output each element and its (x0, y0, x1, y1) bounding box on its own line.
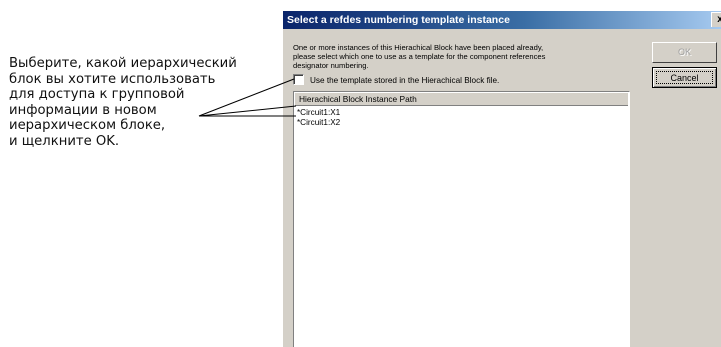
instance-list-body: *Circuit1:X1 *Circuit1:X2 (297, 108, 340, 127)
callout-annotation: Выберите, какой иерархический блок вы хо… (9, 56, 279, 150)
cancel-button-label: Cancel (656, 71, 713, 84)
use-template-checkbox[interactable] (293, 74, 304, 86)
screenshot-stage: Выберите, какой иерархический блок вы хо… (0, 0, 721, 347)
cancel-button[interactable]: Cancel (652, 67, 717, 88)
description-line: designator numbering. (293, 60, 369, 70)
instance-list[interactable]: Hierachical Block Instance Path *Circuit… (293, 91, 630, 347)
close-icon[interactable]: x (711, 12, 721, 27)
refdes-template-dialog: Select a refdes numbering template insta… (282, 10, 721, 347)
annotation-line: и щелкните OK. (9, 133, 120, 149)
use-template-checkbox-row[interactable]: Use the template stored in the Hierachic… (293, 74, 500, 87)
use-template-checkbox-label: Use the template stored in the Hierachic… (310, 76, 500, 85)
dialog-title-bar: Select a refdes numbering template insta… (283, 11, 721, 29)
annotation-line: Выберите, какой иерархический (9, 56, 237, 71)
ok-button[interactable]: OK (652, 42, 717, 63)
instance-list-item[interactable]: *Circuit1:X2 (297, 118, 340, 128)
instance-path-column-header[interactable]: Hierachical Block Instance Path (295, 93, 628, 106)
dialog-title: Select a refdes numbering template insta… (287, 14, 510, 26)
annotation-line: для доступа к групповой (9, 87, 185, 103)
dialog-description: One or more instances of this Hierachica… (293, 43, 633, 70)
annotation-line: информации в новом (9, 102, 157, 118)
annotation-line: иерархическом блоке, (9, 118, 166, 134)
instance-list-item[interactable]: *Circuit1:X1 (297, 108, 340, 118)
annotation-line: блок вы хотите использовать (9, 71, 216, 87)
